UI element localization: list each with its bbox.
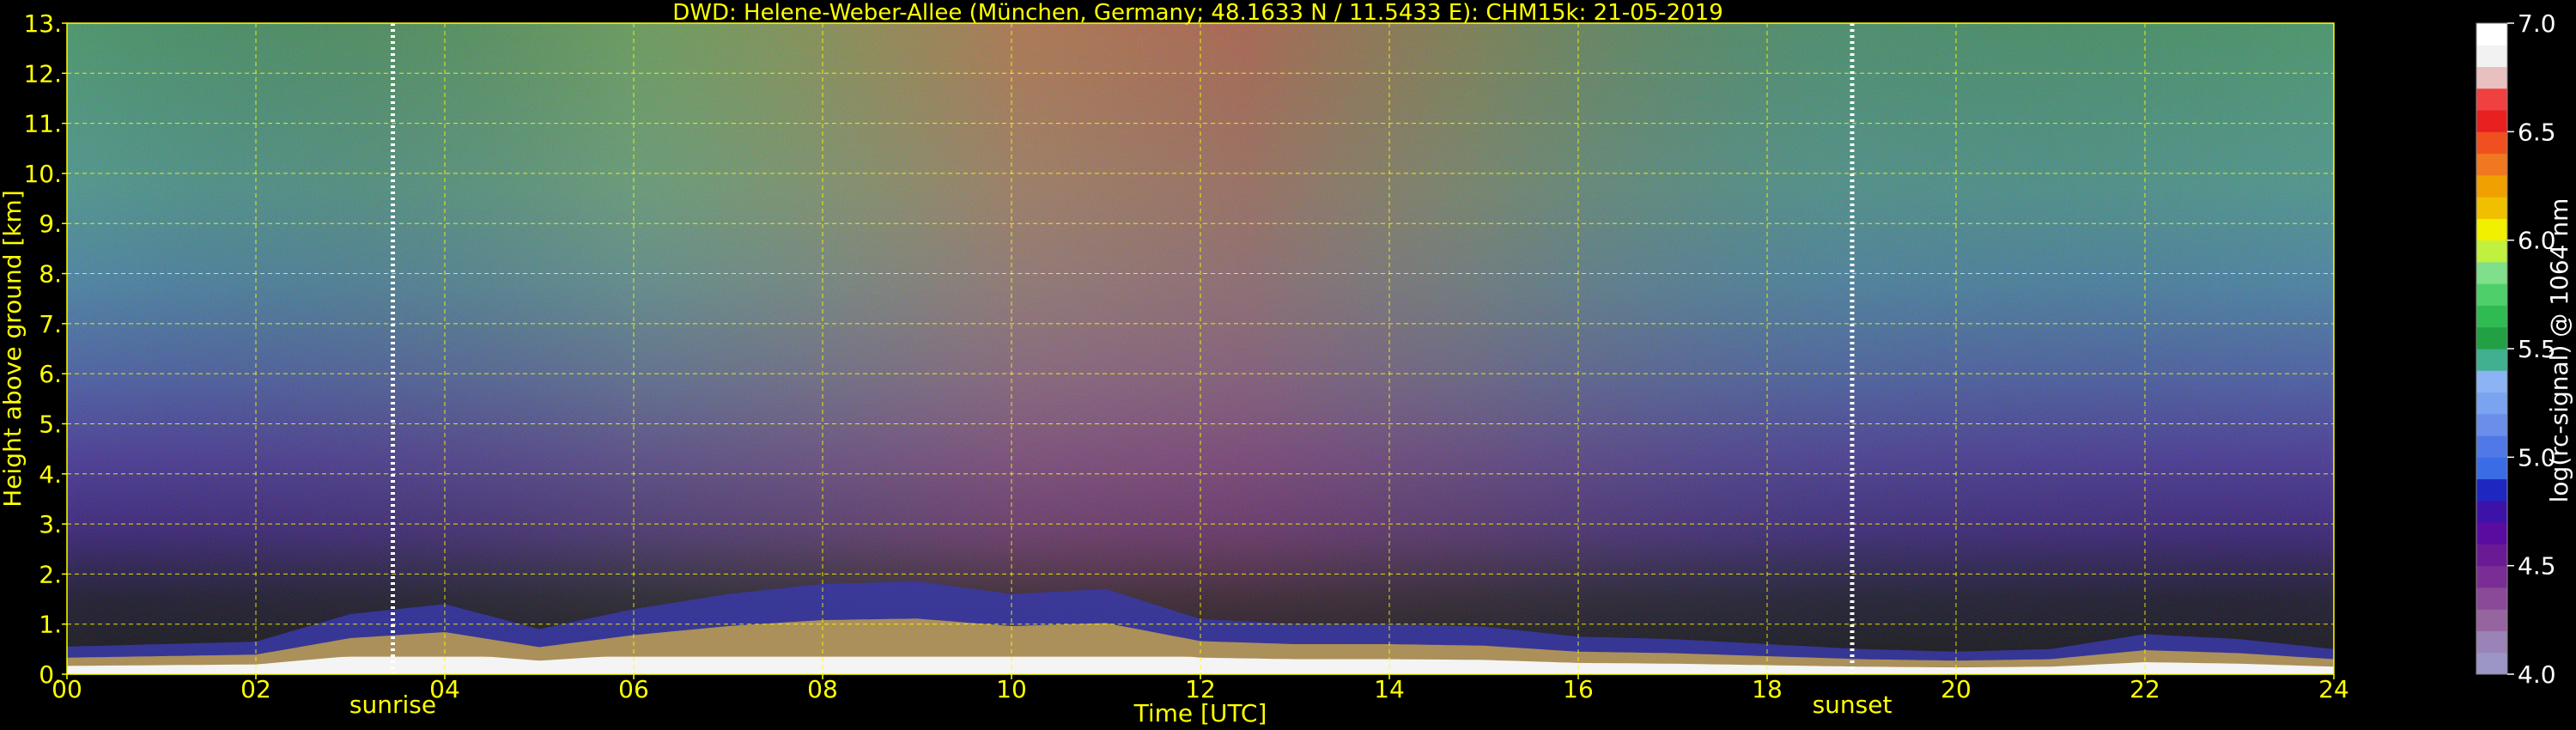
x-tick-label: 08: [807, 675, 838, 703]
colorbar-swatch: [2476, 522, 2507, 544]
colorbar-tick-label: 4.5: [2518, 552, 2556, 581]
colorbar-swatch: [2476, 630, 2507, 654]
y-tick-label: 7.: [39, 310, 62, 338]
y-tick-label: 1.: [39, 611, 62, 639]
colorbar-tick-label: 6.5: [2518, 118, 2556, 146]
colorbar-swatch: [2476, 66, 2507, 89]
colorbar-tick-label: 7.0: [2518, 9, 2556, 38]
lidar-chart: 00 02 04 06 08 10 12 14 16 18 20 22 24 0.1.2.3.4.5.6…: [0, 0, 2573, 727]
x-tick-label: 18: [1752, 675, 1783, 703]
colorbar-swatch: [2476, 587, 2507, 610]
colorbar-swatch: [2476, 652, 2507, 675]
x-tick-label: 16: [1563, 675, 1594, 703]
colorbar-tick-label: 4.0: [2518, 660, 2556, 689]
colorbar-swatch: [2476, 565, 2507, 588]
colorbar-swatch: [2476, 413, 2507, 436]
colorbar-swatch: [2476, 544, 2507, 567]
y-axis: 0. 1. 2. 3. 4. 5. 6. 7. 8. 9. 10. 11. 12. 13.: [23, 9, 67, 689]
plot-area: [66, 22, 2335, 675]
colorbar-swatch: [2476, 305, 2507, 328]
colorbar-swatch: [2476, 23, 2507, 46]
colorbar-swatch: [2476, 88, 2507, 111]
sunset-label: sunset: [1813, 690, 1893, 719]
colorbar-label: log(rc-signal) @ 1064 nm: [2545, 198, 2573, 503]
colorbar-swatch: [2476, 392, 2507, 415]
y-tick-label: 12.: [23, 59, 62, 88]
x-tick-label: 06: [618, 675, 649, 703]
chart-title: DWD: Helene-Weber-Allee (München, German…: [672, 0, 1723, 26]
colorbar-swatch: [2476, 218, 2507, 241]
colorbar-swatch: [2476, 45, 2507, 68]
y-tick-label: 5.: [39, 410, 62, 438]
y-tick-label: 8.: [39, 260, 62, 289]
colorbar-swatch: [2476, 478, 2507, 502]
y-tick-label: 2.: [39, 560, 62, 588]
y-tick-label: 9.: [39, 210, 62, 238]
x-tick-label: 02: [240, 675, 271, 703]
colorbar-swatch: [2476, 110, 2507, 132]
x-tick-label: 22: [2129, 675, 2160, 703]
colorbar-swatch: [2476, 131, 2507, 155]
x-axis-label: Time [UTC]: [1133, 699, 1267, 727]
colorbar-swatch: [2476, 457, 2507, 480]
colorbar-swatch: [2476, 370, 2507, 393]
y-tick-label: 3.: [39, 510, 62, 538]
colorbar-swatch: [2476, 153, 2507, 176]
colorbar-swatch: [2476, 435, 2507, 458]
y-tick-label: 6.: [39, 360, 62, 388]
y-tick-label: 4.: [39, 460, 62, 489]
colorbar-swatch: [2476, 174, 2507, 198]
colorbar: [2476, 22, 2508, 675]
colorbar-swatch: [2476, 326, 2507, 350]
y-tick-label: 11.: [23, 110, 62, 138]
sunrise-label: sunrise: [349, 690, 436, 719]
colorbar-swatch: [2476, 197, 2507, 219]
colorbar-swatch: [2476, 240, 2507, 263]
x-tick-label: 14: [1374, 675, 1405, 703]
colorbar-swatch: [2476, 283, 2507, 306]
colorbar-swatch: [2476, 500, 2507, 523]
y-tick-label: 13.: [23, 9, 62, 38]
y-tick-label: 0.: [39, 660, 62, 689]
x-tick-label: 24: [2318, 675, 2349, 703]
y-axis-label: Height above ground [km]: [0, 190, 27, 508]
colorbar-swatch: [2476, 349, 2507, 371]
colorbar-swatch: [2476, 609, 2507, 631]
y-tick-label: 10.: [23, 160, 62, 188]
colorbar-swatch: [2476, 261, 2507, 284]
x-tick-label: 10: [996, 675, 1027, 703]
x-tick-label: 20: [1941, 675, 1971, 703]
